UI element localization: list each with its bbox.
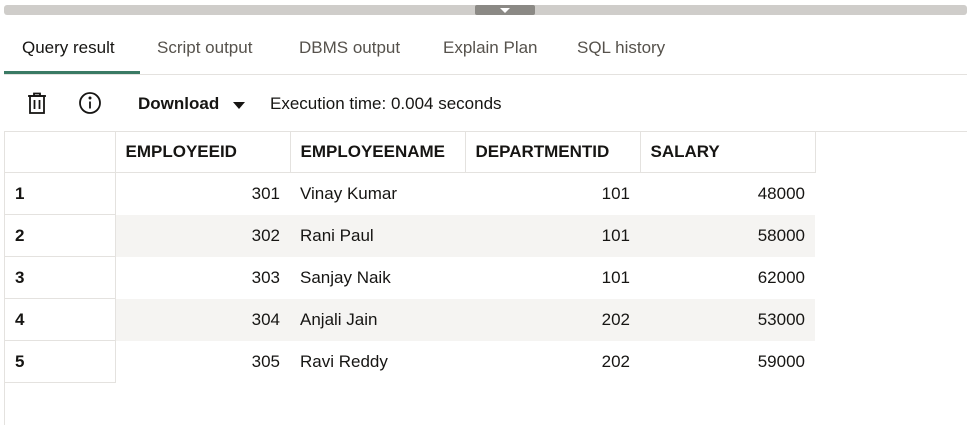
row-number[interactable]: 5 bbox=[5, 340, 116, 383]
row-number[interactable]: 3 bbox=[5, 256, 116, 299]
cell-departmentid[interactable]: 101 bbox=[465, 214, 640, 257]
column-header-salary[interactable]: SALARY bbox=[640, 132, 816, 173]
cell-departmentid[interactable]: 202 bbox=[465, 298, 640, 341]
cell-departmentid[interactable]: 101 bbox=[465, 257, 640, 299]
active-tab-indicator bbox=[4, 71, 140, 74]
table-row[interactable]: 4 304 Anjali Jain 202 53000 bbox=[5, 298, 815, 341]
row-number-header bbox=[5, 132, 116, 173]
tab-script-output[interactable]: Script output bbox=[157, 22, 252, 74]
cell-employeeid[interactable]: 301 bbox=[115, 173, 290, 215]
chevron-down-icon bbox=[500, 7, 510, 13]
result-toolbar: Download Execution time: 0.004 seconds bbox=[4, 75, 967, 132]
download-label: Download bbox=[138, 94, 220, 113]
caret-down-icon bbox=[233, 91, 246, 117]
results-table: EMPLOYEEID EMPLOYEENAME DEPARTMENTID SAL… bbox=[5, 132, 816, 383]
cell-salary[interactable]: 62000 bbox=[640, 257, 815, 299]
tab-dbms-output[interactable]: DBMS output bbox=[299, 22, 400, 74]
column-header-departmentid[interactable]: DEPARTMENTID bbox=[465, 132, 641, 173]
cell-salary[interactable]: 48000 bbox=[640, 173, 815, 215]
cell-departmentid[interactable]: 202 bbox=[465, 341, 640, 383]
cell-employeename[interactable]: Ravi Reddy bbox=[290, 341, 465, 383]
cell-employeename[interactable]: Rani Paul bbox=[290, 214, 465, 257]
info-icon[interactable] bbox=[78, 91, 102, 115]
table-row[interactable]: 5 305 Ravi Reddy 202 59000 bbox=[5, 340, 815, 383]
cell-employeeid[interactable]: 303 bbox=[115, 257, 290, 299]
result-tabs: Query result Script output DBMS output E… bbox=[4, 22, 967, 75]
header-row: EMPLOYEEID EMPLOYEENAME DEPARTMENTID SAL… bbox=[5, 132, 816, 173]
trash-icon[interactable] bbox=[25, 91, 49, 115]
cell-employeeid[interactable]: 302 bbox=[115, 214, 290, 257]
cell-employeename[interactable]: Anjali Jain bbox=[290, 298, 465, 341]
table-row[interactable]: 1 301 Vinay Kumar 101 48000 bbox=[5, 172, 815, 215]
splitter-handle[interactable] bbox=[475, 5, 535, 15]
cell-salary[interactable]: 59000 bbox=[640, 341, 815, 383]
tab-sql-history[interactable]: SQL history bbox=[577, 22, 665, 74]
tab-explain-plan[interactable]: Explain Plan bbox=[443, 22, 538, 74]
cell-departmentid[interactable]: 101 bbox=[465, 173, 640, 215]
results-grid: EMPLOYEEID EMPLOYEENAME DEPARTMENTID SAL… bbox=[4, 132, 967, 425]
row-number[interactable]: 2 bbox=[5, 214, 116, 257]
execution-time: Execution time: 0.004 seconds bbox=[270, 94, 502, 113]
cell-salary[interactable]: 58000 bbox=[640, 214, 815, 257]
cell-salary[interactable]: 53000 bbox=[640, 298, 815, 341]
table-row[interactable]: 3 303 Sanjay Naik 101 62000 bbox=[5, 256, 815, 299]
download-menu-button[interactable]: Download bbox=[138, 91, 246, 117]
cell-employeeid[interactable]: 304 bbox=[115, 298, 290, 341]
column-header-employeename[interactable]: EMPLOYEENAME bbox=[290, 132, 466, 173]
tab-query-result[interactable]: Query result bbox=[22, 22, 115, 74]
row-number[interactable]: 1 bbox=[5, 172, 116, 215]
table-row[interactable]: 2 302 Rani Paul 101 58000 bbox=[5, 214, 815, 257]
panel-splitter[interactable] bbox=[4, 5, 967, 15]
cell-employeename[interactable]: Vinay Kumar bbox=[290, 173, 465, 215]
column-header-employeeid[interactable]: EMPLOYEEID bbox=[115, 132, 291, 173]
row-number[interactable]: 4 bbox=[5, 298, 116, 341]
cell-employeeid[interactable]: 305 bbox=[115, 341, 290, 383]
cell-employeename[interactable]: Sanjay Naik bbox=[290, 257, 465, 299]
